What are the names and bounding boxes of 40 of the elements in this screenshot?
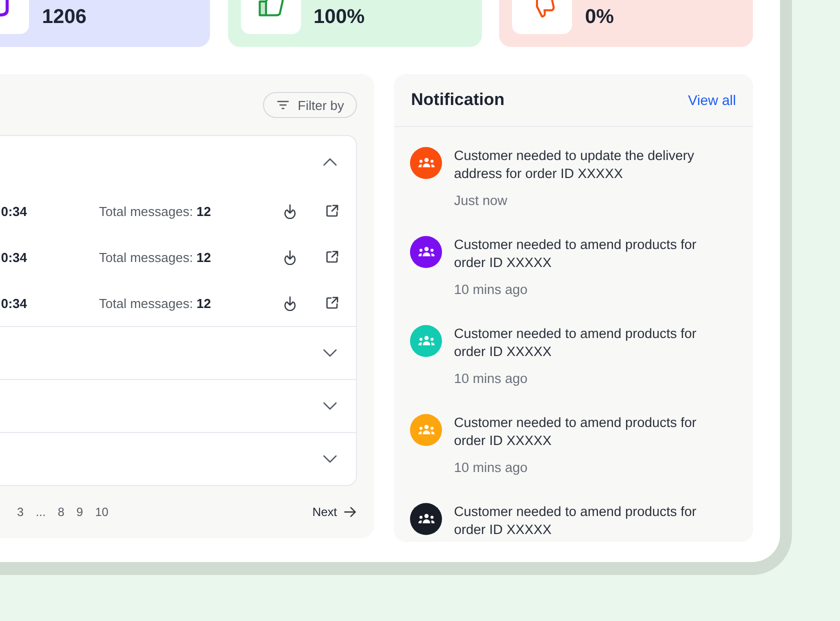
notification-time: 10 mins ago xyxy=(454,281,529,299)
total-messages-text: Total messages: 12 xyxy=(99,296,212,310)
people-icon xyxy=(418,513,434,525)
panel-title: Notification xyxy=(411,90,504,110)
time-text: 0:34 xyxy=(1,296,28,310)
stat-value: 100% xyxy=(314,5,365,29)
arrow-right-icon xyxy=(343,505,357,519)
external-link-icon[interactable] xyxy=(324,295,340,311)
external-link-icon[interactable] xyxy=(324,249,340,265)
filter-icon xyxy=(276,98,290,112)
download-icon[interactable] xyxy=(282,295,298,311)
download-icon[interactable] xyxy=(282,249,298,265)
page-link[interactable]: 10 xyxy=(95,505,108,519)
page-link[interactable]: 9 xyxy=(76,505,84,519)
people-icon xyxy=(418,424,434,436)
page-link[interactable]: 8 xyxy=(58,505,64,519)
people-icon xyxy=(418,246,434,258)
time-text: 0:34 xyxy=(1,250,28,264)
total-messages-text: Total messages: 12 xyxy=(99,250,212,264)
notification-text: Customer needed to amend products for order ID XXXXX xyxy=(454,414,698,450)
total-messages-text: Total messages: 12 xyxy=(99,204,212,218)
stat-value: 1206 xyxy=(42,5,86,29)
notification-text: Customer needed to amend products for order ID XXXXX xyxy=(454,325,698,361)
page-link[interactable]: 3 xyxy=(17,505,24,519)
external-link-icon[interactable] xyxy=(324,203,340,219)
notification-text: Customer needed to update the delivery address for order ID XXXXX xyxy=(454,147,696,183)
next-button[interactable]: Next xyxy=(312,505,357,519)
people-icon xyxy=(418,335,434,347)
notification-text: Customer needed to amend products for order ID XXXXX xyxy=(454,236,698,272)
download-icon[interactable] xyxy=(282,203,298,219)
people-icon xyxy=(418,157,434,169)
notification-time: Just now xyxy=(454,192,508,210)
page-link[interactable]: ... xyxy=(36,505,46,519)
notification-time: 10 mins ago xyxy=(454,370,529,388)
view-all-link[interactable]: View all xyxy=(688,92,736,108)
filter-button[interactable]: Filter by xyxy=(262,92,357,118)
time-text: 0:34 xyxy=(1,204,28,218)
notification-time: 10 mins ago xyxy=(454,459,529,477)
notification-text: Customer needed to amend products for order ID XXXXX xyxy=(454,503,698,539)
stat-value: 0% xyxy=(585,5,614,29)
